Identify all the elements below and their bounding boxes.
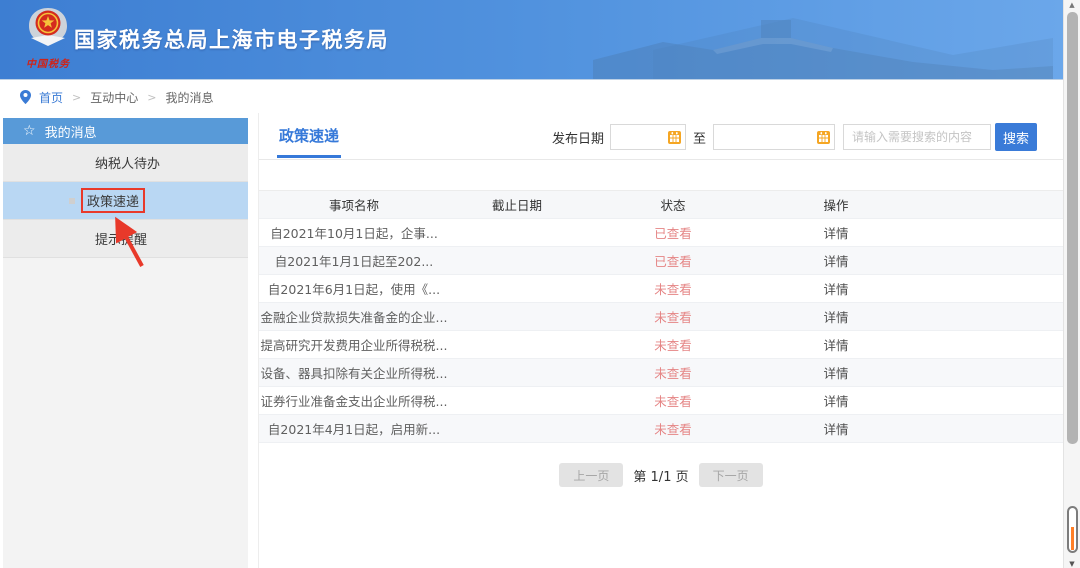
- bullet-icon: [69, 198, 75, 204]
- scroll-position-indicator: [1067, 506, 1078, 553]
- sidebar-header: ☆ 我的消息: [3, 118, 248, 144]
- scroll-up-arrow-icon[interactable]: ▲: [1064, 1, 1080, 9]
- detail-link[interactable]: 详情: [761, 419, 911, 438]
- status-badge: 未查看: [585, 307, 761, 326]
- row-title: 自2021年1月1日起至202...: [259, 251, 449, 270]
- col-header-deadline: 截止日期: [449, 195, 585, 214]
- status-badge: 未查看: [585, 363, 761, 382]
- calendar-icon[interactable]: [817, 131, 830, 148]
- date-to-field: [713, 124, 835, 150]
- row-title: 自2021年4月1日起，启用新...: [259, 419, 449, 438]
- page-info: 第 1/1 页: [633, 466, 688, 485]
- table-row: 自2021年4月1日起，启用新... 未查看 详情: [259, 415, 1063, 443]
- calendar-icon[interactable]: [668, 131, 681, 148]
- col-header-status: 状态: [585, 195, 761, 214]
- sidebar-header-label: 我的消息: [45, 122, 97, 141]
- col-header-action: 操作: [761, 195, 911, 214]
- emblem-icon: [25, 6, 71, 50]
- detail-link[interactable]: 详情: [761, 307, 911, 326]
- search-button[interactable]: 搜索: [995, 123, 1037, 151]
- table-header-row: 事项名称 截止日期 状态 操作: [259, 191, 1063, 219]
- row-title: 设备、器具扣除有关企业所得税...: [259, 363, 449, 382]
- status-badge: 未查看: [585, 279, 761, 298]
- date-to-input[interactable]: [714, 125, 834, 149]
- detail-link[interactable]: 详情: [761, 279, 911, 298]
- table-row: 自2021年6月1日起，使用《... 未查看 详情: [259, 275, 1063, 303]
- scrollbar-thumb[interactable]: [1067, 12, 1078, 444]
- scroll-indicator-fill: [1071, 527, 1074, 550]
- main-content: 政策速递 发布日期 至: [258, 113, 1063, 568]
- scroll-down-arrow-icon[interactable]: ▼: [1064, 560, 1080, 568]
- breadcrumb: 首页 > 互动中心 > 我的消息: [0, 81, 1063, 113]
- prev-page-button[interactable]: 上一页: [559, 463, 623, 487]
- tab-bar: 政策速递 发布日期 至: [259, 113, 1063, 160]
- row-title: 自2021年6月1日起，使用《...: [259, 279, 449, 298]
- breadcrumb-home[interactable]: 首页: [39, 89, 63, 106]
- detail-link[interactable]: 详情: [761, 391, 911, 410]
- detail-link[interactable]: 详情: [761, 223, 911, 242]
- next-page-button[interactable]: 下一页: [699, 463, 763, 487]
- date-from-field: [610, 124, 686, 150]
- filter-bar: 发布日期 至: [552, 123, 1037, 151]
- sidebar-item-tips-reminder[interactable]: 提示提醒: [3, 220, 248, 258]
- status-badge: 未查看: [585, 391, 761, 410]
- table-row: 自2021年10月1日起，企事... 已查看 详情: [259, 219, 1063, 247]
- breadcrumb-interaction-center[interactable]: 互动中心: [90, 89, 138, 106]
- sidebar-item-policy-express[interactable]: 政策速递: [3, 182, 248, 220]
- detail-link[interactable]: 详情: [761, 251, 911, 270]
- table-row: 提高研究开发费用企业所得税税... 未查看 详情: [259, 331, 1063, 359]
- table-row: 金融企业贷款损失准备金的企业... 未查看 详情: [259, 303, 1063, 331]
- status-badge: 已查看: [585, 223, 761, 242]
- status-badge: 未查看: [585, 335, 761, 354]
- message-table: 事项名称 截止日期 状态 操作 自2021年10月1日起，企事... 已查看 详…: [259, 190, 1063, 443]
- row-title: 金融企业贷款损失准备金的企业...: [259, 307, 449, 326]
- col-header-item-name: 事项名称: [259, 195, 449, 214]
- great-wall-background: [583, 0, 1063, 80]
- page: 中国税务 国家税务总局上海市电子税务局 首页 > 互动中心 > 我的消息 ☆ 我…: [0, 0, 1063, 568]
- site-title: 国家税务总局上海市电子税务局: [74, 24, 389, 54]
- table-row: 自2021年1月1日起至202... 已查看 详情: [259, 247, 1063, 275]
- tax-bureau-logo: 中国税务: [22, 6, 74, 70]
- star-icon: ☆: [23, 123, 36, 139]
- row-title: 提高研究开发费用企业所得税税...: [259, 335, 449, 354]
- header-banner: 中国税务 国家税务总局上海市电子税务局: [0, 0, 1063, 80]
- row-title: 证券行业准备金支出企业所得税...: [259, 391, 449, 410]
- table-row: 证券行业准备金支出企业所得税... 未查看 详情: [259, 387, 1063, 415]
- sidebar-item-label: 纳税人待办: [95, 153, 160, 172]
- row-title: 自2021年10月1日起，企事...: [259, 223, 449, 242]
- search-input[interactable]: [844, 125, 990, 149]
- pagination: 上一页 第 1/1 页 下一页: [259, 463, 1063, 487]
- publish-date-label: 发布日期: [552, 128, 604, 147]
- detail-link[interactable]: 详情: [761, 363, 911, 382]
- location-pin-icon: [20, 90, 31, 104]
- annotation-box: 政策速递: [81, 188, 145, 213]
- scrollbar: ▲ ▼: [1063, 0, 1080, 568]
- detail-link[interactable]: 详情: [761, 335, 911, 354]
- status-badge: 已查看: [585, 251, 761, 270]
- breadcrumb-separator: >: [72, 91, 81, 104]
- sidebar-item-label: 提示提醒: [95, 229, 147, 248]
- logo-caption: 中国税务: [22, 55, 74, 70]
- table-row: 设备、器具扣除有关企业所得税... 未查看 详情: [259, 359, 1063, 387]
- sidebar-item-taxpayer-todo[interactable]: 纳税人待办: [3, 144, 248, 182]
- breadcrumb-separator: >: [147, 91, 156, 104]
- status-badge: 未查看: [585, 419, 761, 438]
- sidebar-item-label: 政策速递: [87, 195, 139, 210]
- tab-policy-express[interactable]: 政策速递: [277, 115, 341, 158]
- sidebar: ☆ 我的消息 纳税人待办 政策速递 提示提醒: [3, 118, 248, 568]
- date-to-label: 至: [693, 128, 706, 147]
- breadcrumb-current: 我的消息: [165, 89, 213, 106]
- search-field: [843, 124, 991, 150]
